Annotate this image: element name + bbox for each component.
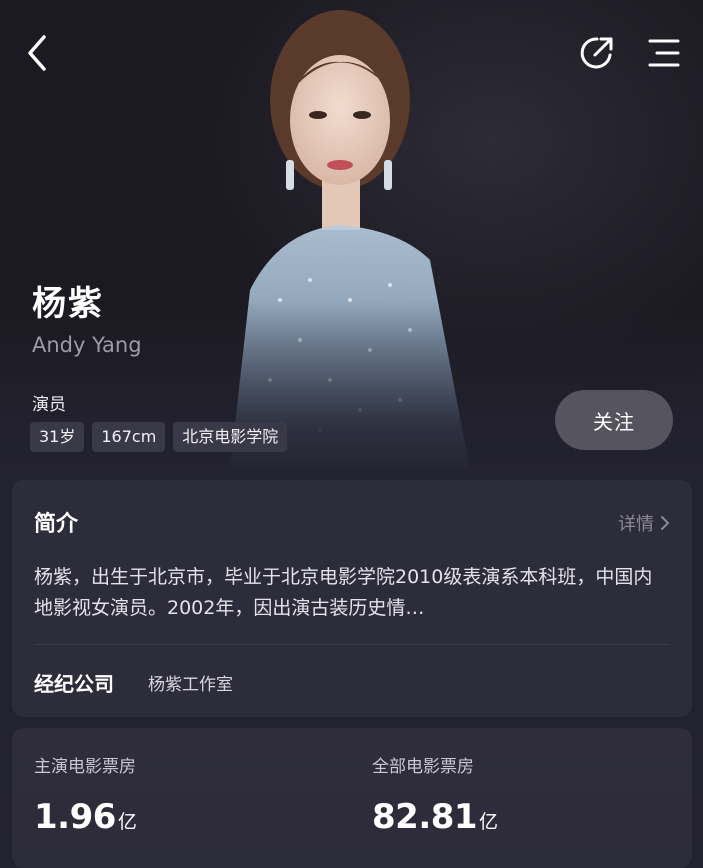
menu-button[interactable] xyxy=(641,30,687,76)
agency-label: 经纪公司 xyxy=(34,672,114,696)
profile-tags: 31岁 167cm 北京电影学院 xyxy=(30,422,288,452)
detail-label: 详情 xyxy=(618,514,654,535)
share-button[interactable] xyxy=(574,30,620,76)
back-button[interactable] xyxy=(14,30,60,76)
box-office-card: 主演电影票房 1.96 亿 全部电影票房 82.81 亿 xyxy=(12,728,692,868)
bio-text[interactable]: 杨紫，出生于北京市，毕业于北京电影学院2010级表演系本科班，中国内地影视女演员… xyxy=(34,562,670,624)
divider xyxy=(34,644,670,645)
lead-box-office-label: 主演电影票房 xyxy=(34,757,136,777)
school-tag: 北京电影学院 xyxy=(173,422,288,452)
share-icon xyxy=(580,37,613,69)
total-box-office-value: 82.81 xyxy=(372,797,478,837)
total-box-office[interactable]: 全部电影票房 82.81 亿 xyxy=(372,752,498,837)
chevron-right-icon xyxy=(661,516,669,530)
total-box-office-label: 全部电影票房 xyxy=(372,757,474,777)
actor-english-name: Andy Yang xyxy=(32,333,142,357)
lead-box-office-value: 1.96 xyxy=(34,797,116,837)
actor-role: 演员 xyxy=(32,395,66,415)
lead-box-office-unit: 亿 xyxy=(117,811,137,833)
intro-detail-link[interactable]: 详情 xyxy=(618,510,670,536)
age-tag: 31岁 xyxy=(30,422,85,452)
chevron-left-icon xyxy=(28,35,46,71)
lead-box-office[interactable]: 主演电影票房 1.96 亿 xyxy=(34,752,137,837)
intro-card: 简介 详情 杨紫，出生于北京市，毕业于北京电影学院2010级表演系本科班，中国内… xyxy=(12,480,692,717)
height-tag: 167cm xyxy=(92,422,166,452)
agency-value[interactable]: 杨紫工作室 xyxy=(148,670,233,695)
actor-name: 杨紫 xyxy=(32,284,104,324)
total-box-office-unit: 亿 xyxy=(479,811,498,833)
follow-button[interactable]: 关注 xyxy=(555,390,673,450)
menu-icon xyxy=(648,39,680,67)
intro-title: 简介 xyxy=(34,512,79,537)
